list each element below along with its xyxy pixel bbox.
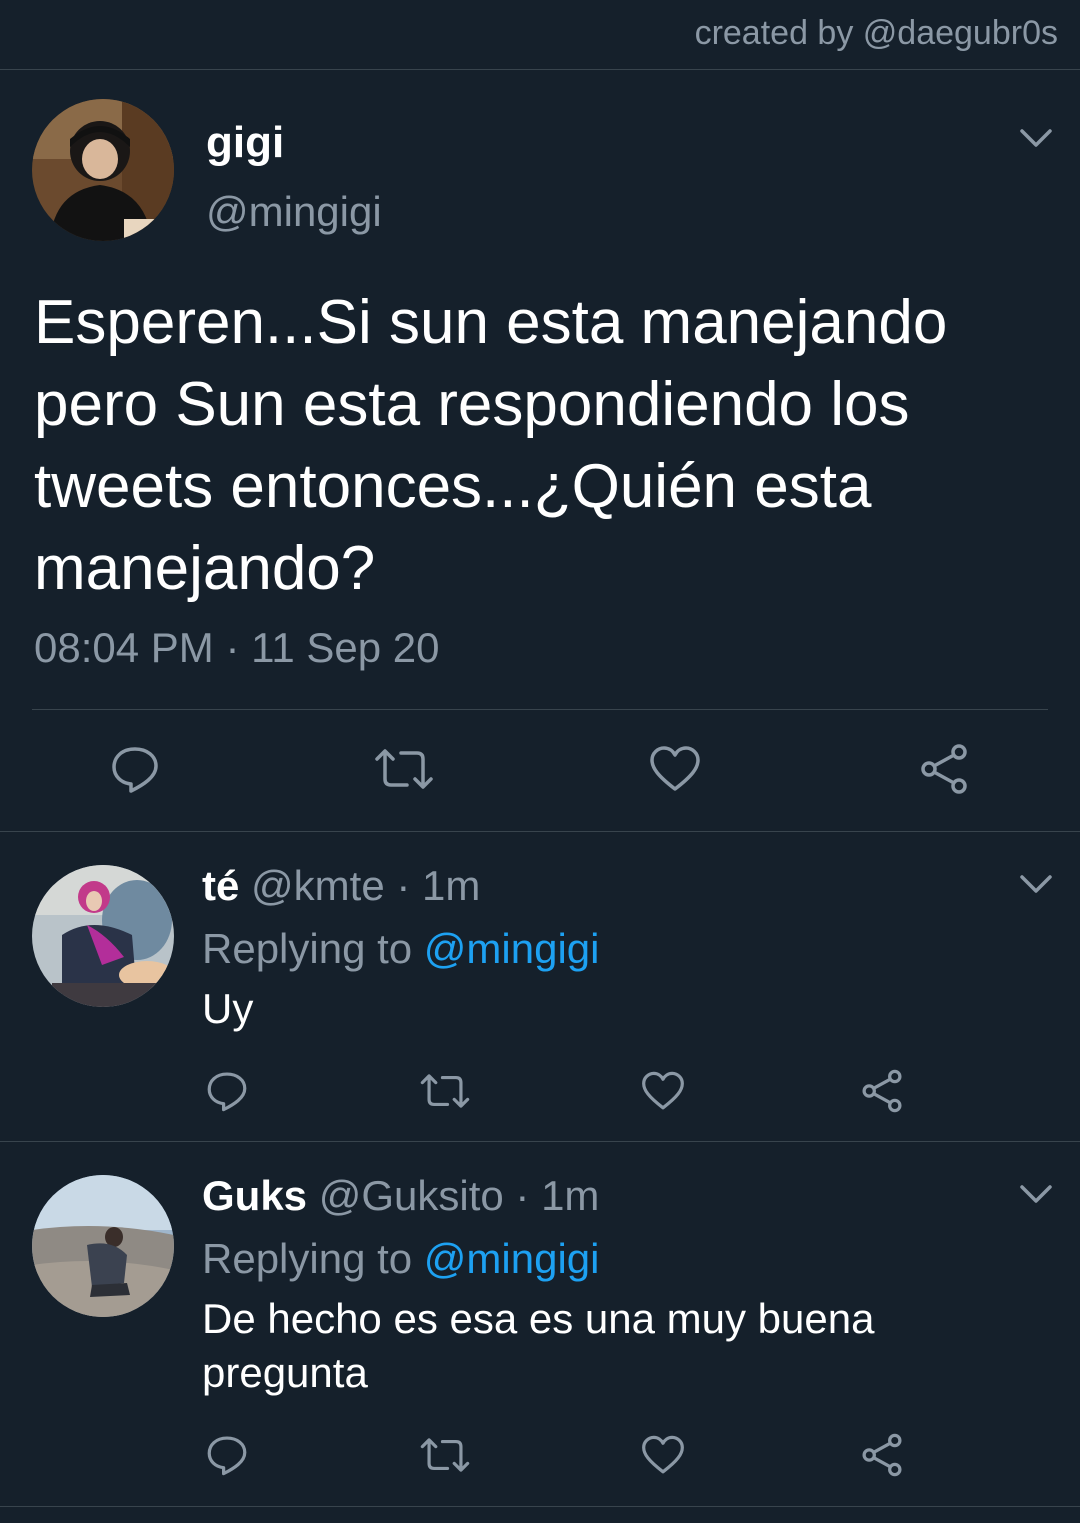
reply-text: Uy: [202, 985, 254, 1032]
reply-display-name[interactable]: té: [202, 862, 239, 909]
main-avatar[interactable]: [32, 99, 174, 241]
like-icon[interactable]: [645, 741, 705, 797]
reply-header: Guks @Guksito · 1m: [202, 1172, 599, 1220]
reply-handle[interactable]: @kmte: [251, 862, 385, 909]
reply-text: De hecho es esa es una muy buena pregunt…: [202, 1295, 875, 1396]
main-handle[interactable]: @mingigi: [206, 188, 382, 236]
retweet-icon[interactable]: [372, 741, 436, 797]
header-divider: [0, 69, 1080, 70]
retweet-icon[interactable]: [417, 1066, 473, 1116]
reply-avatar[interactable]: [32, 1175, 174, 1317]
replying-to: Replying to @mingigi: [202, 925, 600, 973]
main-display-name[interactable]: gigi: [206, 118, 284, 168]
share-icon[interactable]: [914, 741, 974, 797]
tweet-divider: [0, 831, 1080, 832]
reply-divider: [0, 1506, 1080, 1507]
reply-handle[interactable]: @Guksito: [319, 1172, 504, 1219]
replying-to-label: Replying to: [202, 1235, 413, 1282]
reply-icon[interactable]: [200, 1066, 254, 1116]
reply-icon[interactable]: [105, 741, 165, 797]
like-icon[interactable]: [636, 1066, 690, 1116]
replying-to: Replying to @mingigi: [202, 1235, 600, 1283]
reply-header: té @kmte · 1m: [202, 862, 480, 910]
reply-divider: [0, 1141, 1080, 1142]
chevron-down-icon[interactable]: [1019, 873, 1053, 895]
share-icon[interactable]: [855, 1430, 909, 1480]
chevron-down-icon[interactable]: [1019, 127, 1053, 149]
reply-display-name[interactable]: Guks: [202, 1172, 307, 1219]
mention-link[interactable]: @mingigi: [424, 1235, 600, 1282]
reply-icon[interactable]: [200, 1430, 254, 1480]
main-timestamp[interactable]: 08:04 PM · 11 Sep 20: [34, 624, 439, 672]
chevron-down-icon[interactable]: [1019, 1183, 1053, 1205]
mention-link[interactable]: @mingigi: [424, 925, 600, 972]
reply-time[interactable]: · 1m: [396, 862, 480, 909]
share-icon[interactable]: [855, 1066, 909, 1116]
reply-avatar[interactable]: [32, 865, 174, 1007]
replying-to-label: Replying to: [202, 925, 413, 972]
main-divider: [32, 709, 1048, 710]
like-icon[interactable]: [636, 1430, 690, 1480]
reply-time[interactable]: · 1m: [515, 1172, 599, 1219]
credit-text: created by @daegubr0s: [694, 14, 1058, 52]
retweet-icon[interactable]: [417, 1430, 473, 1480]
main-tweet-text: Esperen...Si sun esta manejando pero Sun…: [34, 288, 948, 603]
